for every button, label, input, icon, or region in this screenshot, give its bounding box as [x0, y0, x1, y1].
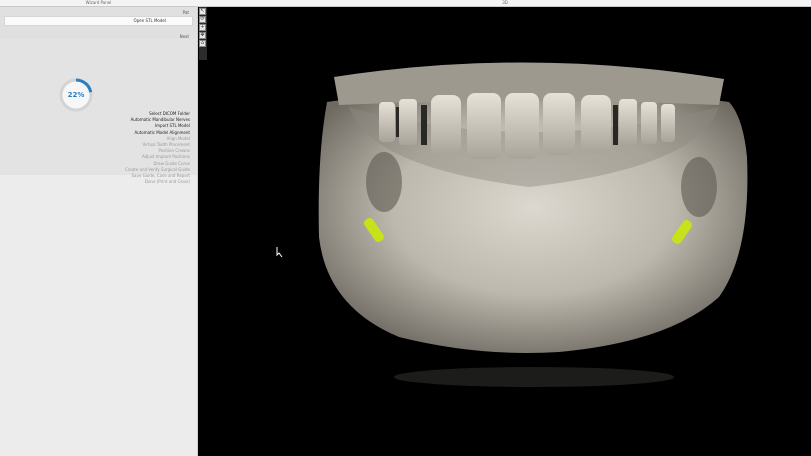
zoom-tool-icon[interactable]: + [199, 24, 206, 31]
view-title: 3D [502, 0, 508, 5]
view-toolbar: ↖ ⟳ + ✥ ⌂ [199, 7, 207, 60]
wizard-panel: Pat Open STL Model Next 22% Select DICOM… [0, 7, 198, 456]
jaw-render [276, 62, 748, 387]
progress-percent: 22% [67, 91, 85, 99]
pointer-tool-icon[interactable]: ↖ [199, 8, 206, 15]
wizard-panel-title: Wizard Panel [85, 0, 112, 5]
mouse-cursor-icon [276, 247, 283, 258]
title-bar: Wizard Panel 3D [0, 0, 811, 7]
jaw-shadow [394, 367, 674, 387]
workflow-steps: Select DICOM Folder Automatic Mandibular … [0, 111, 190, 185]
patient-label: Pat [182, 10, 189, 15]
patient-field[interactable]: Open STL Model [4, 16, 193, 26]
pan-tool-icon[interactable]: ✥ [199, 32, 206, 39]
right-shadow [681, 157, 717, 217]
workflow-step: Done (Print and Close) [144, 179, 190, 185]
patient-section: Pat Open STL Model Next [0, 7, 197, 39]
reset-view-icon[interactable]: ⌂ [199, 40, 206, 47]
left-shadow [366, 152, 402, 212]
progress-area: 22% Select DICOM Folder Automatic Mandibu… [0, 39, 197, 184]
3d-viewport[interactable]: ↖ ⟳ + ✥ ⌂ [199, 7, 811, 456]
rotate-tool-icon[interactable]: ⟳ [199, 16, 206, 23]
